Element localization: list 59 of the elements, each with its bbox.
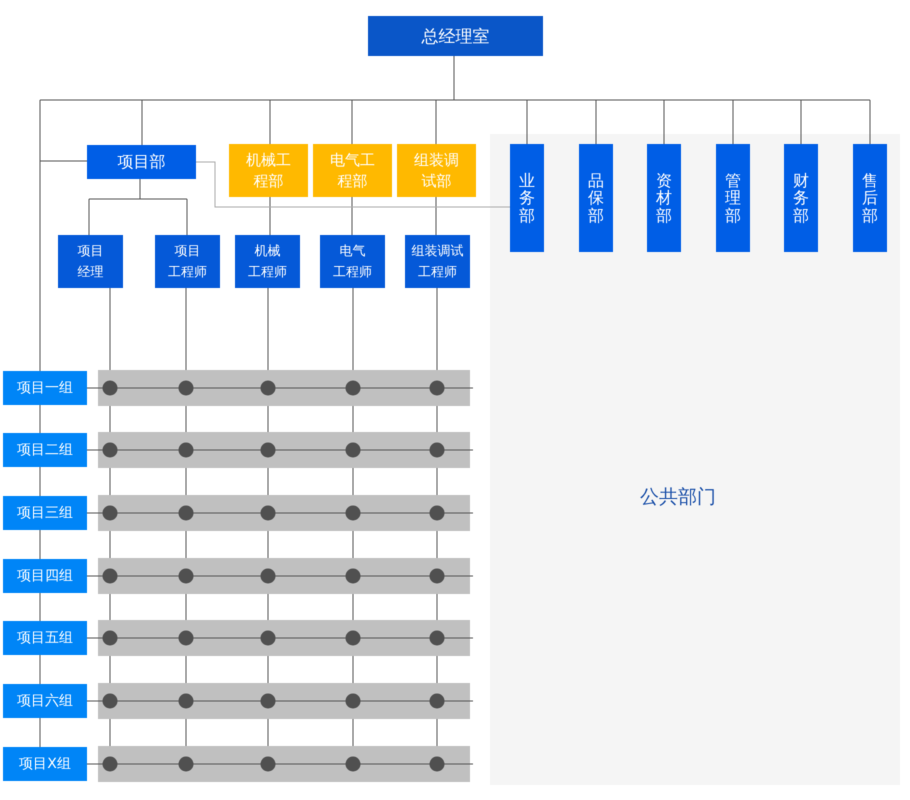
node-dot [346, 630, 360, 646]
node-dot [178, 442, 194, 458]
org-node: 售后部 [853, 144, 887, 252]
node-dot [346, 694, 360, 708]
org-node: 项目 工程师 [155, 235, 220, 288]
group-label: 项目二组 [3, 433, 87, 467]
group-label: 项目X组 [3, 747, 87, 781]
group-label: 项目一组 [3, 371, 87, 405]
node-dot [178, 694, 194, 708]
org-node: 组装调试 工程师 [405, 235, 470, 288]
node-dot [260, 568, 276, 584]
group-label: 项目四组 [3, 559, 87, 593]
org-node: 机械工 程部 [229, 144, 308, 197]
area-label: 公共部门 [640, 485, 716, 510]
org-node: 管理部 [716, 144, 750, 252]
node-dot [430, 380, 444, 396]
node-dot [102, 630, 118, 646]
org-node: 财务部 [784, 144, 818, 252]
node-dot [178, 506, 194, 520]
node-dot [178, 380, 194, 396]
org-node: 业务部 [510, 144, 544, 252]
org-node: 电气工 程部 [313, 144, 392, 197]
node-dot [260, 380, 276, 396]
node-dot [102, 380, 118, 396]
node-dot [260, 694, 276, 708]
node-dot [430, 630, 444, 646]
node-dot [430, 756, 444, 772]
node-dot [430, 506, 444, 520]
org-node: 资材部 [647, 144, 681, 252]
node-dot [260, 630, 276, 646]
org-node: 电气 工程师 [320, 235, 385, 288]
group-label: 项目五组 [3, 621, 87, 655]
node-dot [346, 442, 360, 458]
group-label: 项目六组 [3, 684, 87, 718]
node-dot [346, 568, 360, 584]
node-dot [178, 630, 194, 646]
node-dot [260, 756, 276, 772]
node-dot [102, 694, 118, 708]
node-dot [346, 756, 360, 772]
org-node: 总经理室 [368, 16, 543, 56]
org-node: 机械 工程师 [235, 235, 300, 288]
node-dot [346, 380, 360, 396]
node-dot [430, 694, 444, 708]
node-dot [430, 442, 444, 458]
node-dot [178, 568, 194, 584]
node-dot [102, 442, 118, 458]
node-dot [102, 506, 118, 520]
node-dot [102, 568, 118, 584]
org-node: 项目部 [87, 145, 196, 179]
node-dot [346, 506, 360, 520]
org-node: 组装调 试部 [397, 144, 476, 197]
node-dot [260, 442, 276, 458]
group-label: 项目三组 [3, 496, 87, 530]
node-dot [430, 568, 444, 584]
node-dot [260, 506, 276, 520]
node-dot [178, 756, 194, 772]
node-dot [102, 756, 118, 772]
org-node: 项目 经理 [58, 235, 123, 288]
org-node: 品保部 [579, 144, 613, 252]
